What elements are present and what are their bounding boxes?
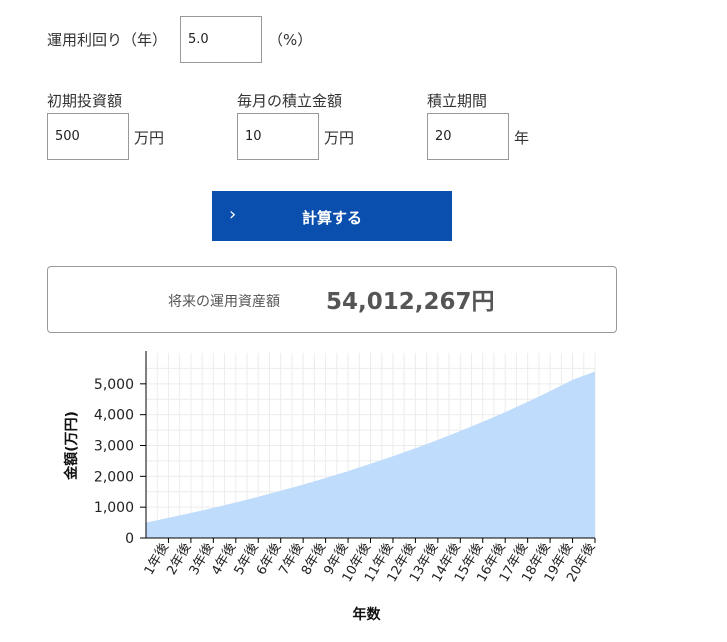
monthly-label: 毎月の積立金額 — [237, 92, 343, 110]
asset-growth-chart: 01,0002,0003,0004,0005,0001年後2年後3年後4年後5年… — [63, 351, 598, 623]
calculate-button[interactable]: › 計算する — [212, 191, 452, 241]
result-panel: 将来の運用資産額 54,012,267円 — [47, 266, 617, 333]
y-tick-label: 3,000 — [94, 439, 134, 455]
rate-label: 運用利回り（年） — [47, 31, 168, 49]
y-tick-label: 4,000 — [94, 408, 134, 424]
initial-input[interactable] — [47, 113, 129, 160]
period-unit: 年 — [514, 129, 530, 147]
y-tick-label: 1,000 — [94, 500, 134, 516]
period-label: 積立期間 — [427, 92, 488, 110]
initial-label: 初期投資額 — [47, 92, 123, 110]
calculate-button-label: 計算する — [301, 209, 362, 227]
y-tick-label: 5,000 — [94, 377, 134, 393]
y-axis-title: 金額(万円) — [63, 411, 80, 481]
rate-unit: （%） — [268, 31, 313, 49]
monthly-unit: 万円 — [324, 129, 355, 147]
result-label: 将来の運用資産額 — [168, 294, 280, 310]
result-value: 54,012,267円 — [326, 289, 495, 315]
period-input[interactable] — [427, 113, 509, 160]
x-axis-title: 年数 — [353, 606, 382, 623]
y-tick-label: 2,000 — [94, 469, 134, 485]
monthly-input[interactable] — [237, 113, 319, 160]
rate-input[interactable] — [180, 16, 262, 63]
initial-unit: 万円 — [134, 129, 165, 147]
y-tick-label: 0 — [125, 531, 134, 547]
